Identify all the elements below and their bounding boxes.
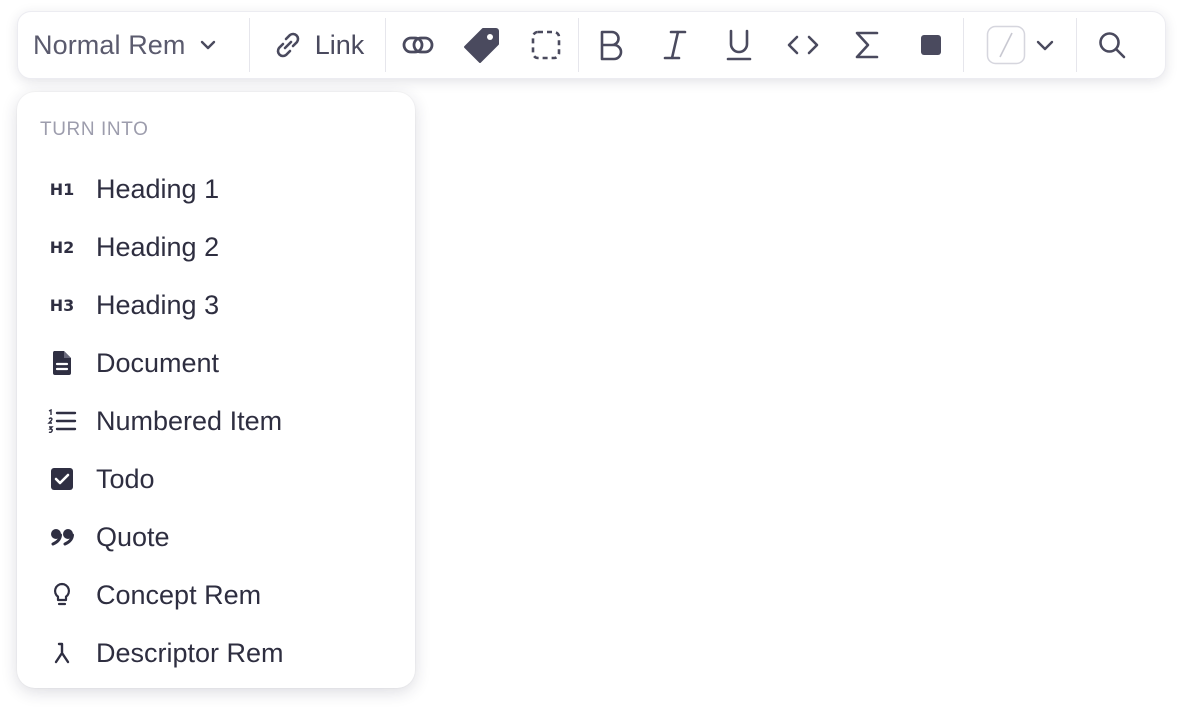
link-button[interactable]: Link [250, 12, 385, 78]
menu-item-label: Heading 2 [96, 231, 220, 262]
link-label: Link [314, 29, 365, 60]
tag-button[interactable] [450, 12, 514, 78]
menu-item-concept-rem[interactable]: Concept Rem [17, 566, 415, 624]
underline-icon [725, 28, 753, 62]
descriptor-icon [47, 638, 77, 668]
search-icon [1097, 30, 1127, 60]
menu-item-heading-2[interactable]: H2 Heading 2 [17, 218, 415, 276]
menu-list: H1 Heading 1 H2 Heading 2 H3 Heading 3 D… [17, 160, 415, 682]
menu-item-label: Descriptor Rem [96, 637, 284, 668]
search-button[interactable] [1077, 12, 1147, 78]
bold-icon [597, 29, 625, 61]
selection-box-icon [530, 29, 562, 61]
menu-item-numbered-item[interactable]: Numbered Item [17, 392, 415, 450]
menu-item-label: Todo [96, 463, 155, 494]
highlight-button[interactable] [899, 12, 963, 78]
menu-item-quote[interactable]: Quote [17, 508, 415, 566]
h1-icon: H1 [49, 179, 75, 199]
code-button[interactable] [771, 12, 835, 78]
h3-icon: H3 [49, 295, 75, 315]
chevron-down-icon [1036, 40, 1054, 51]
underline-button[interactable] [707, 12, 771, 78]
italic-icon [661, 29, 689, 61]
text-color-dropdown[interactable] [964, 12, 1076, 78]
menu-item-label: Heading 1 [96, 173, 220, 204]
menu-item-descriptor-rem[interactable]: Descriptor Rem [17, 624, 415, 682]
menu-item-todo[interactable]: Todo [17, 450, 415, 508]
menu-item-label: Heading 3 [96, 289, 220, 320]
reference-button[interactable] [386, 12, 450, 78]
latex-button[interactable] [835, 12, 899, 78]
bold-button[interactable] [579, 12, 643, 78]
chevron-down-icon [200, 40, 216, 50]
numbered-list-icon [47, 406, 77, 436]
document-icon [47, 348, 77, 378]
menu-header: TURN INTO [40, 119, 149, 140]
menu-item-label: Quote [96, 521, 170, 552]
menu-item-document[interactable]: Document [17, 334, 415, 392]
turn-into-menu: TURN INTO H1 Heading 1 H2 Heading 2 H3 H… [17, 92, 415, 688]
menu-item-label: Concept Rem [96, 579, 262, 610]
h2-icon: H2 [49, 237, 75, 257]
reference-icon [401, 34, 435, 56]
quote-icon [47, 522, 77, 552]
square-icon [920, 34, 942, 56]
tag-icon [463, 26, 501, 64]
selection-box-button[interactable] [514, 12, 578, 78]
sigma-icon [853, 29, 881, 61]
color-swatch-icon [986, 25, 1026, 65]
checkbox-icon [47, 464, 77, 494]
block-type-label: Normal Rem [33, 29, 186, 60]
code-icon [786, 34, 820, 56]
menu-item-heading-1[interactable]: H1 Heading 1 [17, 160, 415, 218]
formatting-toolbar: Normal Rem Link [17, 11, 1166, 79]
menu-item-heading-3[interactable]: H3 Heading 3 [17, 276, 415, 334]
block-type-dropdown[interactable]: Normal Rem [18, 12, 249, 78]
menu-item-label: Document [96, 347, 220, 378]
menu-item-label: Numbered Item [96, 405, 283, 436]
lightbulb-icon [47, 580, 77, 610]
italic-button[interactable] [643, 12, 707, 78]
link-icon [271, 28, 305, 62]
